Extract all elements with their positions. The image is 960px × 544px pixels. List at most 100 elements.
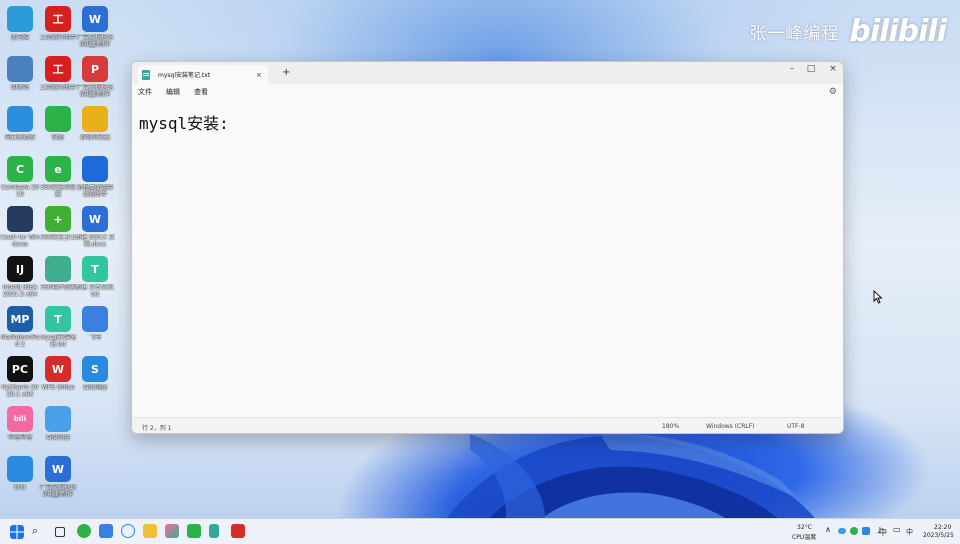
video-watermark: 张一峰编程 bilibili bbox=[749, 14, 947, 49]
desktop-icon[interactable]: MP MarkdownPad 2 bbox=[0, 306, 40, 348]
desktop-icon-label: 向日葵远控 bbox=[4, 134, 35, 141]
watermark-author: 张一峰编程 bbox=[749, 24, 840, 44]
edge-taskbar-icon[interactable] bbox=[121, 524, 135, 538]
desktop-icon[interactable]: PC PyCharm 2020.1 x64 bbox=[0, 356, 40, 398]
desktop-icon-image: W bbox=[82, 206, 108, 232]
desktop-icon-label: 百度网盘 bbox=[82, 384, 107, 391]
close-button[interactable]: × bbox=[824, 64, 842, 74]
desktop-icon[interactable]: 360软件管家 bbox=[38, 256, 78, 298]
editor-content: mysql安装: bbox=[139, 114, 229, 133]
desktop-icon[interactable]: C Camtasia 2019 bbox=[0, 156, 40, 198]
cursor-position: 行 2，列 1 bbox=[142, 425, 172, 432]
desktop-icon-image bbox=[45, 406, 71, 432]
desktop-icon[interactable]: P 广告文档标记 的规划制作说... bbox=[75, 56, 115, 98]
desktop-icon-image: T bbox=[82, 256, 108, 282]
desktop-icon-label: 360安全浏览器 bbox=[40, 184, 76, 198]
minimize-button[interactable]: – bbox=[783, 64, 801, 74]
desktop-icon[interactable]: 向日葵远控 bbox=[0, 106, 40, 148]
desktop-icon-image: MP bbox=[7, 306, 33, 332]
menu-edit[interactable]: 编辑 bbox=[166, 87, 180, 97]
desktop-icon-label: 百度网盘 bbox=[45, 434, 70, 441]
maximize-button[interactable]: □ bbox=[802, 64, 820, 74]
search-icon[interactable]: ⌕ bbox=[32, 524, 38, 538]
new-tab-button[interactable]: + bbox=[282, 67, 290, 78]
file-explorer-icon[interactable] bbox=[143, 524, 157, 538]
desktop-icon-label: WPS Office bbox=[41, 384, 75, 391]
desktop-icon[interactable]: IJ IntelliJ IDEA 2021.3 x64 bbox=[0, 256, 40, 298]
desktop-icon[interactable]: W 广告文档标记 的规划制作说... bbox=[38, 456, 78, 498]
desktop-icon[interactable]: 此电脑 bbox=[0, 6, 40, 48]
desktop-icon[interactable]: Clash for Windows bbox=[0, 206, 40, 248]
desktop-icon-label: 广告文档标记 的规划制作说... bbox=[76, 34, 113, 48]
desktop-icon[interactable]: 谷歌浏览器 bbox=[75, 106, 115, 148]
zoom-level: 180% bbox=[662, 423, 680, 430]
camtasia-taskbar-icon[interactable] bbox=[187, 524, 201, 538]
desktop-icon-label: 新建 文本文档.txt bbox=[75, 284, 115, 298]
desktop-icon-image: + bbox=[45, 206, 71, 232]
title-bar: mysql安装笔记.txt × + – □ × bbox=[132, 62, 843, 84]
desktop-icon[interactable]: W 广告文档标记 的规划制作说... bbox=[75, 6, 115, 48]
notepad-taskbar-icon[interactable] bbox=[209, 524, 219, 538]
ime-indicator[interactable]: 中 bbox=[879, 527, 887, 538]
desktop-icon-label: 广告文档标记 的规划制作说... bbox=[76, 84, 113, 98]
360-browser-taskbar-icon[interactable] bbox=[77, 524, 91, 538]
menu-view[interactable]: 查看 bbox=[194, 87, 208, 97]
task-view-icon[interactable] bbox=[55, 527, 65, 537]
desktop-icon[interactable]: 百度网盘 bbox=[38, 406, 78, 448]
desktop-icon-image: bili bbox=[7, 406, 33, 432]
desktop-icon[interactable]: W WPS Office bbox=[38, 356, 78, 398]
desktop-icon[interactable]: 远程桌面连接 设置助手 bbox=[75, 156, 115, 198]
chevron-up-icon[interactable]: ∧ bbox=[825, 525, 831, 534]
desktop-icon-image bbox=[82, 156, 108, 182]
desktop-icon[interactable]: W 新建 DOCX 文档.docx bbox=[75, 206, 115, 248]
desktop-icon[interactable]: 工工商银行助手 bbox=[38, 6, 78, 48]
desktop-icon[interactable]: 回收站 bbox=[0, 56, 40, 98]
ime-secondary[interactable]: 中 bbox=[906, 527, 913, 537]
taskbar: ⌕ 32°C CPU温度 ∧ ♪ 中 ▭ 中 22:20 2023/5/25 bbox=[0, 518, 960, 544]
text-editor[interactable]: mysql安装: bbox=[132, 100, 843, 417]
desktop-icon-image bbox=[7, 6, 33, 32]
software-manager-taskbar-icon[interactable] bbox=[165, 524, 179, 538]
camtasia-recorder-taskbar-icon[interactable] bbox=[231, 524, 245, 538]
desktop-icon-image bbox=[7, 206, 33, 232]
tab-close-button[interactable]: × bbox=[256, 71, 262, 79]
desktop-icon-image: PC bbox=[7, 356, 33, 382]
line-ending: Windows (CRLF) bbox=[706, 423, 755, 430]
tab-mysql-notes[interactable]: mysql安装笔记.txt × bbox=[138, 65, 268, 84]
gear-icon[interactable]: ⚙ bbox=[829, 87, 837, 97]
desktop-icon-label: 哔哩哔哩 bbox=[7, 434, 32, 441]
desktop-icon-label: 360软件管家 bbox=[40, 284, 76, 291]
network-tray-icon[interactable] bbox=[862, 527, 870, 535]
desktop-icon-label: 远程桌面连接 设置助手 bbox=[76, 184, 113, 198]
desktop-icon[interactable]: S 百度网盘 bbox=[75, 356, 115, 398]
clock-date[interactable]: 2023/5/25 bbox=[923, 532, 954, 539]
desktop-icon-image: 工 bbox=[45, 6, 71, 32]
clock-time[interactable]: 22:20 bbox=[934, 524, 951, 531]
desktop-icon-image bbox=[82, 306, 108, 332]
desktop-icon[interactable]: Tmysql安装笔记.txt bbox=[38, 306, 78, 348]
desktop-icon[interactable]: 工工商银行助手 bbox=[38, 56, 78, 98]
desktop-icon-image bbox=[45, 106, 71, 132]
start-menu-icon[interactable] bbox=[10, 525, 24, 539]
desktop-icon-label: 工商银行助手 bbox=[39, 34, 76, 41]
desktop-icon[interactable]: +360安全卫士 bbox=[38, 206, 78, 248]
desktop-icon[interactable]: bili 哔哩哔哩 bbox=[0, 406, 40, 448]
encoding: UTF-8 bbox=[787, 423, 805, 430]
desktop-icon-image: S bbox=[82, 356, 108, 382]
desktop-icon-image bbox=[7, 56, 33, 82]
desktop-icon[interactable]: 飞书 bbox=[75, 306, 115, 348]
cloud-icon[interactable] bbox=[838, 528, 846, 534]
desktop-icon-image: C bbox=[7, 156, 33, 182]
desktop-icon[interactable]: 钉钉 bbox=[0, 456, 40, 498]
desktop-icon-label: 此电脑 bbox=[10, 34, 29, 41]
cpu-temp-label: CPU温度 bbox=[792, 534, 817, 541]
feishu-taskbar-icon[interactable] bbox=[99, 524, 113, 538]
security-tray-icon[interactable] bbox=[850, 527, 858, 535]
display-icon[interactable]: ▭ bbox=[893, 525, 901, 534]
desktop-icon[interactable]: e 360安全浏览器 bbox=[38, 156, 78, 198]
menu-file[interactable]: 文件 bbox=[138, 87, 152, 97]
desktop-icon-image: P bbox=[82, 56, 108, 82]
cpu-temp: 32°C bbox=[797, 524, 812, 531]
desktop-icon[interactable]: T 新建 文本文档.txt bbox=[75, 256, 115, 298]
desktop-icon[interactable]: 微信 bbox=[38, 106, 78, 148]
